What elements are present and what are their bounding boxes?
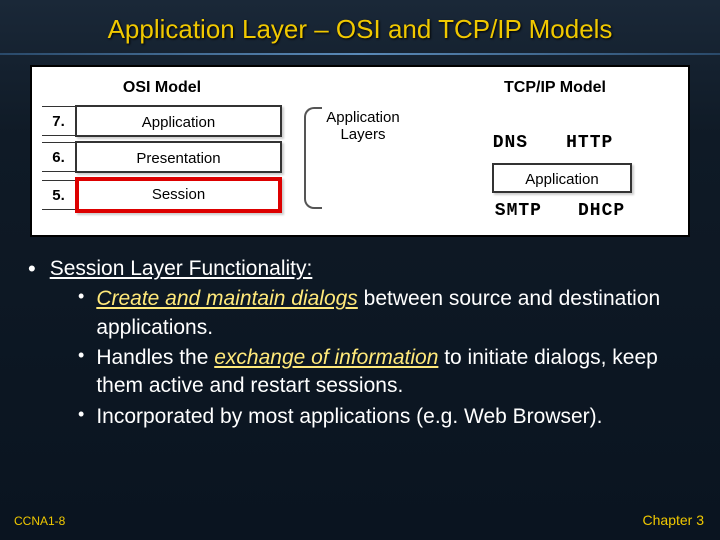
- bullet-icon: •: [78, 403, 84, 431]
- bullet-icon: •: [78, 285, 84, 342]
- bullet-item-2: • Handles the exchange of information to…: [78, 344, 694, 401]
- brace-icon: [304, 107, 322, 209]
- bullet-icon: •: [78, 344, 84, 401]
- title-underline: [0, 53, 720, 55]
- osi-row-7: 7. Application: [42, 105, 282, 137]
- proto-http: HTTP: [566, 133, 613, 153]
- proto-smtp: SMTP: [495, 201, 542, 221]
- bullet-icon: •: [28, 255, 36, 283]
- tcp-header: TCP/IP Model: [504, 75, 606, 105]
- application-layers-label: ApplicationLayers: [326, 109, 399, 144]
- tcp-layer-application: Application: [492, 163, 632, 193]
- footer-left: CCNA1-8: [14, 514, 65, 528]
- osi-num-7: 7.: [42, 106, 76, 136]
- slide-title: Application Layer – OSI and TCP/IP Model…: [0, 0, 720, 53]
- footer-right: Chapter 3: [643, 512, 704, 528]
- models-diagram: OSI Model 7. Application 6. Presentation…: [30, 65, 690, 237]
- bullet-item-3: • Incorporated by most applications (e.g…: [78, 403, 694, 431]
- osi-layer-application: Application: [75, 105, 282, 137]
- bullet-item-1: • Create and maintain dialogs between so…: [78, 285, 694, 342]
- osi-row-6: 6. Presentation: [42, 141, 282, 173]
- osi-num-5: 5.: [42, 180, 76, 210]
- osi-layer-session: Session: [75, 177, 282, 213]
- bullet-heading: • Session Layer Functionality:: [26, 255, 694, 283]
- osi-header: OSI Model: [42, 75, 282, 105]
- proto-dhcp: DHCP: [578, 201, 625, 221]
- proto-dns: DNS: [493, 133, 528, 153]
- bullet-list: • Session Layer Functionality: • Create …: [26, 255, 694, 431]
- osi-layer-presentation: Presentation: [75, 141, 282, 173]
- osi-num-6: 6.: [42, 142, 76, 172]
- osi-row-5: 5. Session: [42, 177, 282, 213]
